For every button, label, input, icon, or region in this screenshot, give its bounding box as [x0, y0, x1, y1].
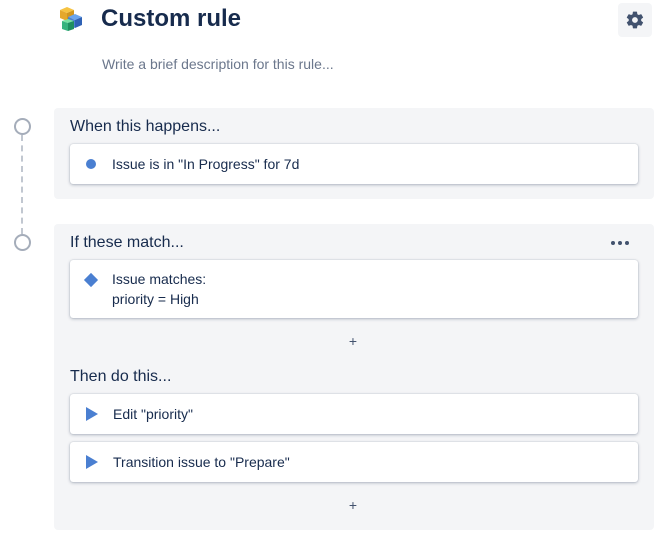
more-dot [618, 241, 622, 245]
description-input[interactable]: Write a brief description for this rule.… [102, 56, 334, 72]
dot-icon [86, 159, 96, 169]
condition-card-line1: Issue matches: [112, 271, 207, 287]
action-card[interactable]: Edit "priority" [70, 394, 638, 434]
trigger-card[interactable]: Issue is in "In Progress" for 7d [70, 144, 638, 184]
actions-heading: Then do this... [70, 368, 172, 385]
action-card-label: Transition issue to "Prepare" [113, 454, 290, 470]
trigger-step-node [14, 118, 31, 135]
condition-card-line2: priority = High [112, 291, 199, 307]
add-condition-button[interactable]: + [343, 333, 363, 349]
gear-icon [626, 11, 644, 29]
more-options-button[interactable] [611, 241, 629, 245]
settings-button[interactable] [618, 3, 652, 37]
trigger-card-text: Issue is in "In Progress" for 7d [112, 156, 300, 172]
condition-heading: If these match... [70, 234, 184, 251]
more-dot [625, 241, 629, 245]
more-dot [611, 241, 615, 245]
action-card[interactable]: Transition issue to "Prepare" [70, 442, 638, 482]
trigger-heading: When this happens... [70, 118, 221, 135]
action-card-label: Edit "priority" [113, 406, 193, 422]
page-title[interactable]: Custom rule [101, 5, 241, 33]
add-action-button[interactable]: + [343, 497, 363, 513]
condition-card[interactable]: Issue matches: priority = High [70, 260, 638, 318]
timeline-connector [21, 135, 23, 234]
diamond-icon [83, 272, 99, 288]
condition-step-node [14, 234, 31, 251]
play-icon [86, 455, 98, 469]
automation-logo-icon [56, 4, 86, 34]
play-icon [86, 407, 98, 421]
